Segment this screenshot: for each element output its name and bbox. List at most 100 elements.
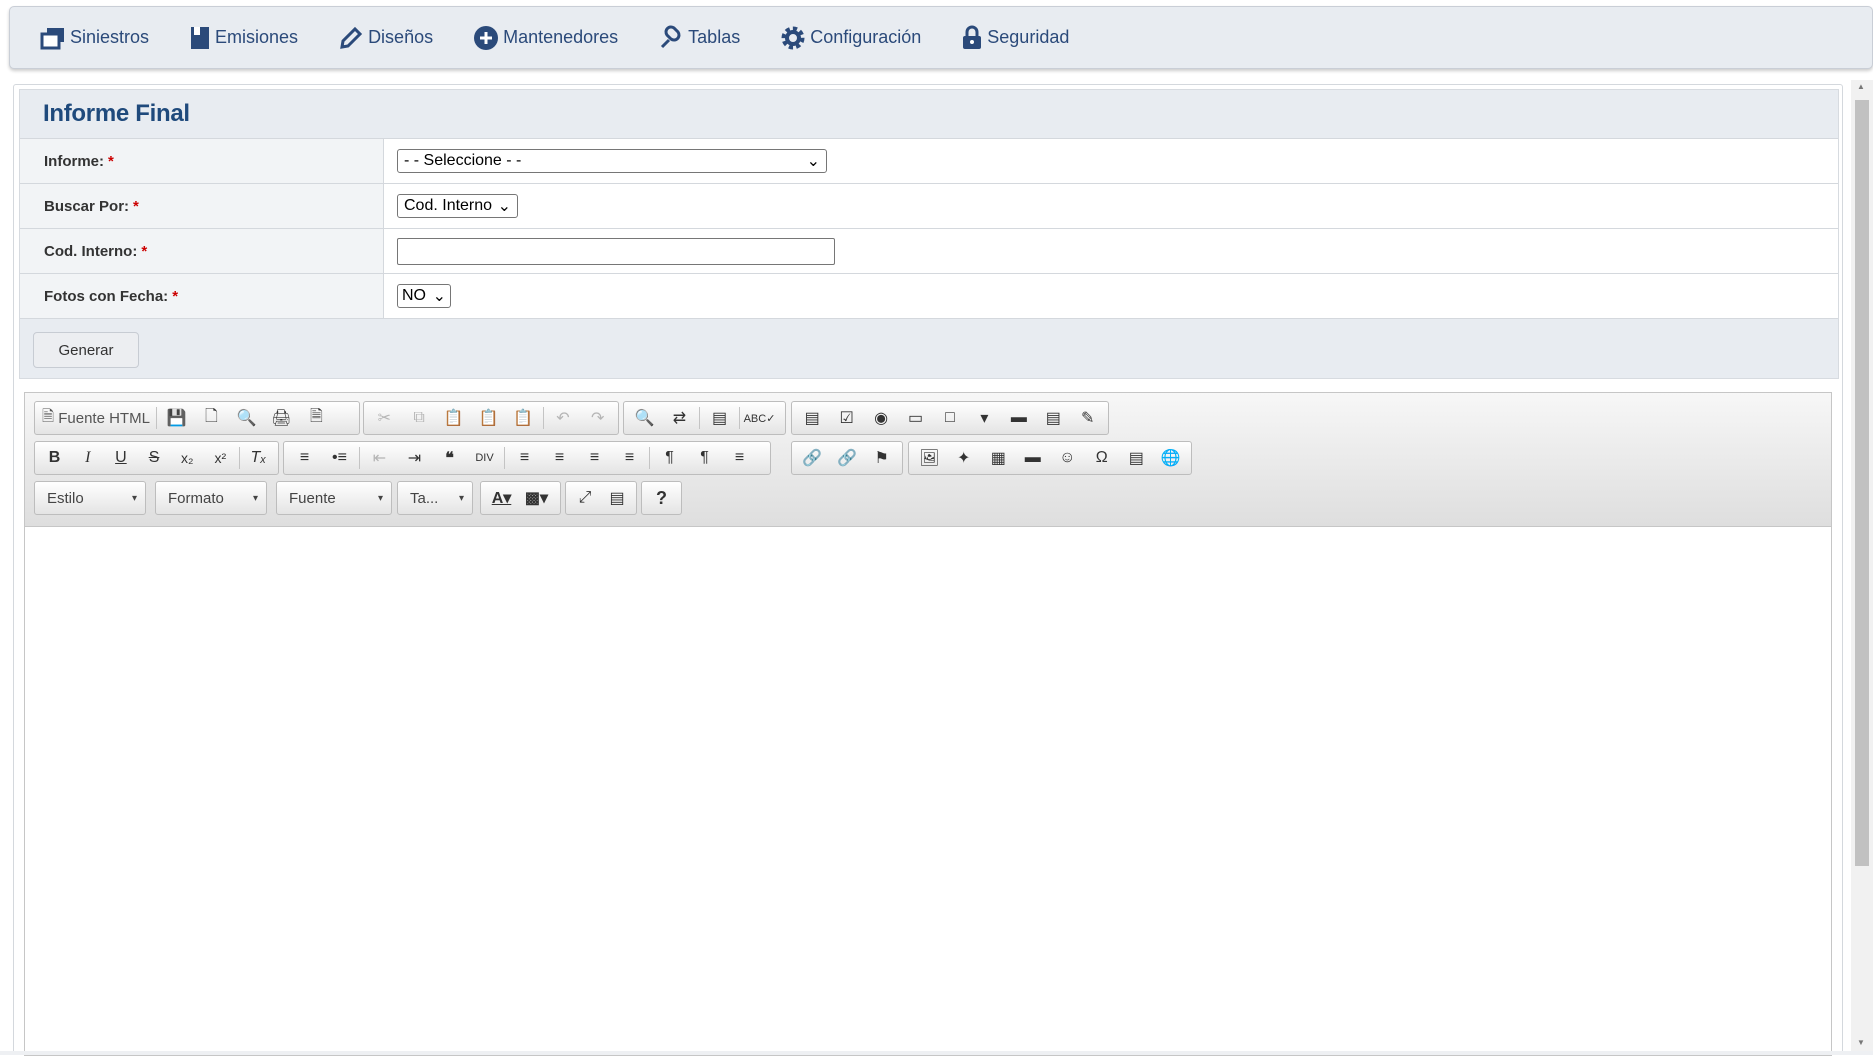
spellcheck-icon[interactable]: ABC✓ xyxy=(742,404,777,432)
nav-disenos[interactable]: Diseños xyxy=(338,25,433,51)
row-cod: Cod. Interno: * xyxy=(20,228,1838,273)
page-scrollbar[interactable]: ▲ ▼ xyxy=(1851,80,1873,1055)
chevron-down-icon: ⌄ xyxy=(432,288,446,305)
nav-siniestros[interactable]: Siniestros xyxy=(40,26,149,50)
nav-seguridad-label: Seguridad xyxy=(987,27,1070,47)
fotos-select[interactable]: NO ⌄ xyxy=(397,284,451,308)
new-page-icon[interactable]: 🗋 xyxy=(194,404,229,432)
scrollbar-thumb[interactable] xyxy=(1855,100,1869,866)
font-combo[interactable]: Fuente ▾ xyxy=(276,481,392,515)
source-button[interactable]: 🗎 Fuente HTML xyxy=(38,406,154,431)
strikethrough-icon[interactable]: S xyxy=(137,444,170,472)
flash-icon[interactable]: ✦ xyxy=(947,444,982,472)
rtl-icon[interactable]: ¶ xyxy=(687,444,722,472)
special-char-icon[interactable]: Ω xyxy=(1085,444,1120,472)
image-icon[interactable]: 🖼 xyxy=(912,444,947,472)
cod-label-text: Cod. Interno: xyxy=(44,242,138,260)
dropdown-arrow-icon: ▾ xyxy=(131,492,137,504)
anchor-icon[interactable]: ⚑ xyxy=(864,444,899,472)
cod-interno-input[interactable] xyxy=(397,237,835,265)
informe-select[interactable]: - - Seleccione - - ⌄ xyxy=(397,149,827,173)
subscript-icon[interactable]: x₂ xyxy=(171,444,204,472)
required-mark: * xyxy=(172,287,179,305)
align-center-icon[interactable]: ≡ xyxy=(542,444,577,472)
save-icon[interactable]: 💾 xyxy=(159,404,194,432)
iframe-icon[interactable]: 🌐 xyxy=(1154,444,1189,472)
nav-tablas[interactable]: Tablas xyxy=(658,25,740,51)
nav-mantenedores[interactable]: Mantenedores xyxy=(473,25,618,51)
find-icon[interactable]: 🔍 xyxy=(627,404,662,432)
undo-icon[interactable]: ↶ xyxy=(546,404,581,432)
size-combo[interactable]: Ta... ▾ xyxy=(397,481,473,515)
templates-icon[interactable]: 🗎 xyxy=(299,404,334,432)
outdent-icon[interactable]: ⇤ xyxy=(362,444,397,472)
link-icon xyxy=(661,25,681,48)
copy-icon[interactable]: ⧉ xyxy=(402,404,437,432)
ltr-icon[interactable]: ¶ xyxy=(652,444,687,472)
cut-icon[interactable]: ✂ xyxy=(367,404,402,432)
generar-button[interactable]: Generar xyxy=(33,332,139,368)
nav-siniestros-label: Siniestros xyxy=(70,27,150,47)
blockquote-icon[interactable]: ❝ xyxy=(432,444,467,472)
source-label: Fuente HTML xyxy=(58,409,150,427)
required-mark: * xyxy=(108,152,114,170)
scroll-up-icon[interactable]: ▲ xyxy=(1857,82,1865,91)
link-icon[interactable]: 🔗 xyxy=(795,444,830,472)
select-field-icon[interactable]: ▾ xyxy=(967,404,1001,432)
indent-icon[interactable]: ⇥ xyxy=(397,444,432,472)
align-left-icon[interactable]: ≡ xyxy=(507,444,542,472)
help-icon[interactable]: ? xyxy=(645,484,678,512)
editor-body[interactable] xyxy=(25,528,1831,1055)
style-combo[interactable]: Estilo ▾ xyxy=(34,481,146,515)
redo-icon[interactable]: ↷ xyxy=(580,404,615,432)
align-right-icon[interactable]: ≡ xyxy=(577,444,612,472)
print-icon[interactable]: 🖨 xyxy=(264,404,299,432)
italic-icon[interactable]: I xyxy=(71,444,104,472)
form-icon[interactable]: ▤ xyxy=(795,404,829,432)
buscar-select[interactable]: Cod. Interno ⌄ xyxy=(397,194,518,218)
show-blocks-icon[interactable]: ▤ xyxy=(601,484,633,512)
bg-color-icon[interactable]: ▩▾ xyxy=(519,484,554,512)
paragraph-group: ≡ •≡ ⇤ ⇥ ❝ DIV ≡ ≡ ≡ ≡ ¶ ¶ ≡ xyxy=(283,441,771,475)
smiley-icon[interactable]: ☺ xyxy=(1050,444,1085,472)
select-all-icon[interactable]: ▤ xyxy=(702,404,737,432)
checkbox-icon[interactable]: ☑ xyxy=(829,404,863,432)
remove-format-icon[interactable]: Tₓ xyxy=(242,444,275,472)
nav-configuracion[interactable]: Configuración xyxy=(780,25,921,51)
radio-icon[interactable]: ◉ xyxy=(864,404,898,432)
bold-icon[interactable]: B xyxy=(38,444,71,472)
button-bar: Generar xyxy=(20,318,1838,379)
div-container-icon[interactable]: DIV xyxy=(467,444,502,472)
hidden-field-icon[interactable]: ✎ xyxy=(1071,404,1105,432)
nav-seguridad[interactable]: Seguridad xyxy=(961,25,1069,51)
image-button-icon[interactable]: ▤ xyxy=(1036,404,1070,432)
scroll-down-icon[interactable]: ▼ xyxy=(1857,1038,1865,1047)
format-combo[interactable]: Formato ▾ xyxy=(155,481,267,515)
underline-icon[interactable]: U xyxy=(104,444,137,472)
chevron-down-icon: ⌄ xyxy=(806,153,820,170)
maximize-icon[interactable]: ⤢ xyxy=(569,484,601,512)
document-group: 🗎 Fuente HTML 💾 🗋 🔍 🖨 🗎 xyxy=(34,401,360,435)
replace-icon[interactable]: ⇄ xyxy=(662,404,697,432)
style-combo-label: Estilo xyxy=(47,489,84,507)
textfield-icon[interactable]: ▭ xyxy=(898,404,932,432)
language-icon[interactable]: ≡ xyxy=(722,444,757,472)
paste-text-icon[interactable]: 📋 xyxy=(471,404,506,432)
paste-icon[interactable]: 📋 xyxy=(436,404,471,432)
unlink-icon[interactable]: 🔗 xyxy=(830,444,865,472)
superscript-icon[interactable]: x² xyxy=(204,444,237,472)
bulleted-list-icon[interactable]: •≡ xyxy=(322,444,357,472)
nav-emisiones[interactable]: Emisiones xyxy=(189,25,298,51)
dropdown-arrow-icon: ▾ xyxy=(458,492,464,504)
dropdown-arrow-icon: ▾ xyxy=(377,492,383,504)
button-field-icon[interactable]: ▬ xyxy=(1002,404,1036,432)
horizontal-line-icon[interactable]: ▬ xyxy=(1016,444,1051,472)
table-icon[interactable]: ▦ xyxy=(981,444,1016,472)
text-color-icon[interactable]: A▾ xyxy=(484,484,519,512)
preview-icon[interactable]: 🔍 xyxy=(229,404,264,432)
justify-icon[interactable]: ≡ xyxy=(612,444,647,472)
page-break-icon[interactable]: ▤ xyxy=(1119,444,1154,472)
numbered-list-icon[interactable]: ≡ xyxy=(287,444,322,472)
textarea-icon[interactable]: □ xyxy=(933,404,967,432)
paste-word-icon[interactable]: 📋 xyxy=(506,404,541,432)
